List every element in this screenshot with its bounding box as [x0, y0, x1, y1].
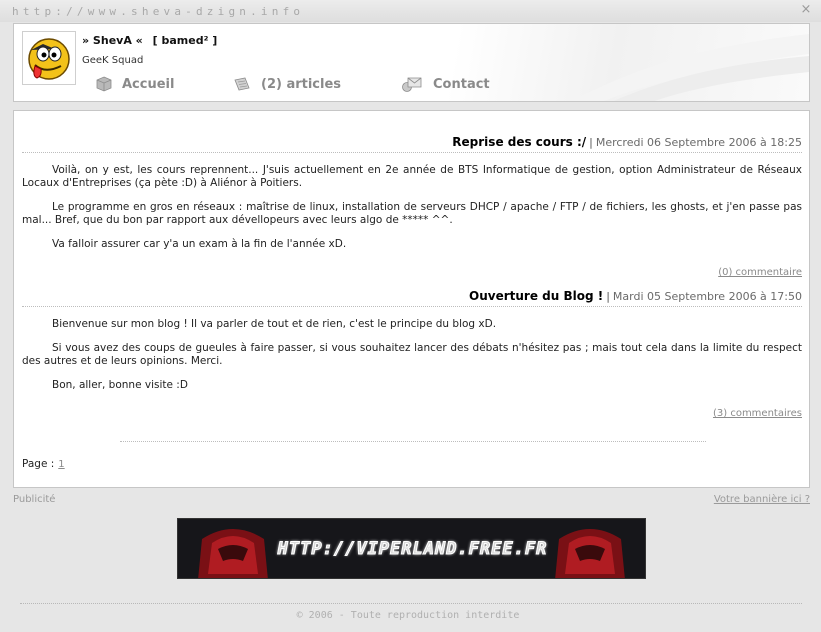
pagination: Page :1 — [22, 458, 65, 470]
comments-link[interactable]: (0) commentaire — [718, 267, 802, 278]
post-separator: | — [606, 290, 610, 303]
site-url: http://www.sheva-dzign.info — [12, 5, 305, 18]
blog-post: Reprise des cours :/| Mercredi 06 Septemb… — [22, 135, 802, 278]
page-link-1[interactable]: 1 — [58, 459, 64, 470]
copyright: © 2006 - Toute reproduction interdite — [296, 610, 520, 621]
footer-divider — [20, 603, 802, 604]
comments-link[interactable]: (3) commentaires — [713, 408, 802, 419]
post-header: Ouverture du Blog ! | Mardi 05 Septembre 2… — [22, 289, 802, 307]
post-paragraph: Si vous avez des coups de gueules à fair… — [22, 342, 802, 367]
post-footer: (0) commentaire — [22, 265, 802, 278]
nav-contact[interactable]: Contact — [401, 76, 490, 92]
post-paragraph: Bon, aller, bonne visite :D — [52, 379, 188, 391]
post-paragraph: Le programme en gros en réseaux : maîtri… — [22, 201, 802, 226]
ad-banner[interactable]: HTTP://VIPERLAND.FREE.FR — [177, 518, 646, 579]
content-panel: Reprise des cours :/| Mercredi 06 Septemb… — [13, 110, 810, 488]
post-body: Bienvenue sur mon blog ! Il va parler de… — [22, 318, 802, 392]
post-date: Mercredi 06 Septembre 2006 à 18:25 — [595, 136, 802, 149]
author-heading: » ShevA « [ bamed² ] — [82, 34, 217, 47]
content-divider — [120, 441, 706, 442]
post-header: Reprise des cours :/| Mercredi 06 Septemb… — [22, 135, 802, 153]
post-body: Voilà, on y est, les cours reprennent...… — [22, 164, 802, 251]
tagline: GeeK Squad — [82, 55, 144, 66]
avatar — [22, 31, 76, 85]
header-panel: » ShevA « [ bamed² ] GeeK Squad Accueil … — [13, 23, 810, 102]
close-icon[interactable]: × — [800, 3, 812, 16]
author-team: [ bamed² ] — [152, 34, 218, 47]
nav-articles[interactable]: (2) articles — [233, 76, 341, 92]
smiley-tongue-avatar-icon — [28, 38, 70, 80]
post-paragraph: Bienvenue sur mon blog ! Il va parler de… — [52, 318, 497, 330]
ads-label: Publicité — [13, 494, 56, 505]
decorative-swoosh — [572, 34, 809, 101]
notepad-icon — [234, 77, 250, 91]
post-paragraph: Voilà, on y est, les cours reprennent...… — [22, 164, 802, 189]
nav-label: Accueil — [122, 76, 175, 92]
ad-banner-link[interactable]: Votre bannière ici ? — [714, 494, 810, 505]
post-footer: (3) commentaires — [22, 406, 802, 419]
post-title: Ouverture du Blog ! — [469, 289, 604, 303]
banner-text: HTTP://VIPERLAND.FREE.FR — [277, 539, 548, 560]
nav-accueil[interactable]: Accueil — [96, 76, 174, 92]
post-date: Mardi 05 Septembre 2006 à 17:50 — [612, 290, 802, 303]
post-separator: | — [589, 136, 593, 149]
pagination-label: Page : — [22, 458, 55, 470]
box-icon — [96, 76, 112, 92]
post-paragraph: Va falloir assurer car y'a un exam à la … — [52, 238, 347, 250]
top-bar: http://www.sheva-dzign.info × — [0, 0, 821, 22]
author-name: » ShevA « — [82, 34, 143, 47]
nav-label: (2) articles — [261, 76, 342, 92]
blog-post: Ouverture du Blog ! | Mardi 05 Septembre 2… — [22, 289, 802, 419]
nav-label: Contact — [433, 76, 490, 92]
mail-icon — [402, 77, 422, 92]
post-title: Reprise des cours :/ — [452, 135, 587, 149]
